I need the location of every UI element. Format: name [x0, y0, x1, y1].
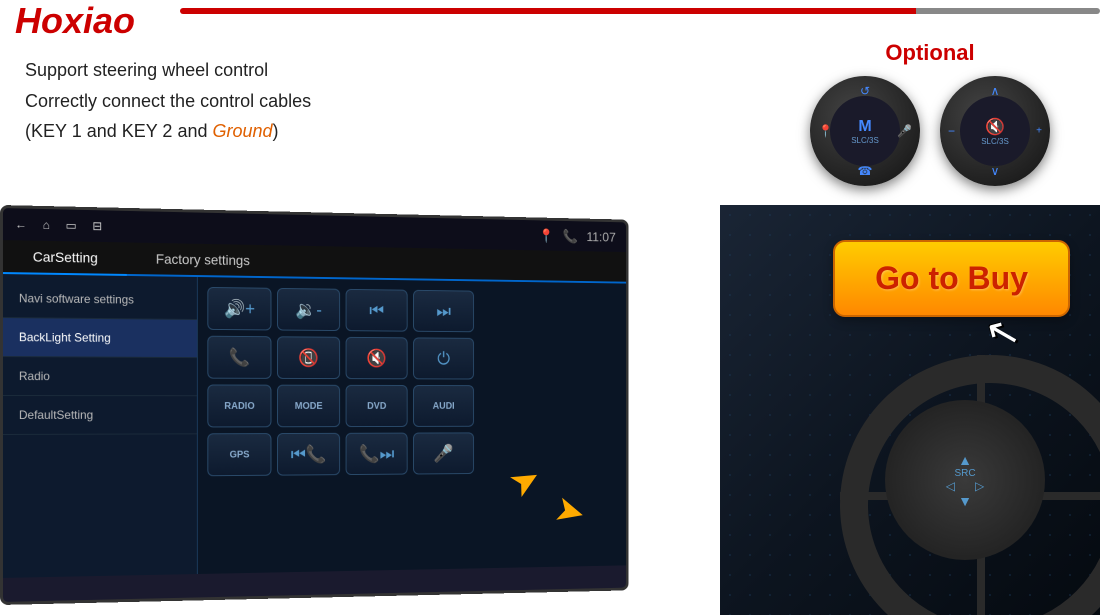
menu-icon[interactable]: ⊟ [92, 219, 102, 233]
ctrl2-arrow-down: ∨ [991, 164, 1000, 178]
ctrl2-arrow-up: ∧ [991, 84, 1000, 98]
desc-line1: Support steering wheel control [25, 55, 311, 86]
grid-row-3: RADIO MODE DVD AUDI [207, 385, 617, 428]
ctrl1-arrow-bottom: ☎ [858, 164, 873, 178]
controller-2: ∧ ∨ − + 🔇 SLC/3S [940, 76, 1050, 186]
ctrl1-arrow-top: ↺ [860, 84, 870, 98]
brand-logo: Hoxiao [15, 0, 135, 42]
settings-nav: Navi software settings BackLight Setting… [3, 274, 198, 578]
ctrl2-arrows: ∧ ∨ − + [940, 76, 1050, 186]
desc-line2: Correctly connect the control cables [25, 86, 311, 117]
btn-power[interactable]: ⏻ [413, 337, 474, 379]
btn-gps[interactable]: GPS [207, 433, 271, 476]
btn-prev2[interactable]: ⏮📞 [277, 433, 340, 476]
desc-line3-post: ) [273, 121, 279, 141]
desc-line3-pre: (KEY 1 and KEY 2 and [25, 121, 212, 141]
ctrl1-arrows: ↺ 📍 🎤 ☎ [810, 76, 920, 186]
btn-mode[interactable]: MODE [277, 385, 340, 428]
btn-next2[interactable]: 📞⏭ [346, 433, 408, 475]
nav-navi[interactable]: Navi software settings [3, 279, 197, 320]
desc-line3: (KEY 1 and KEY 2 and Ground) [25, 116, 311, 147]
btn-vol-down[interactable]: 🔉- [277, 288, 340, 331]
nav-radio[interactable]: Radio [3, 357, 197, 396]
screen-display: ← ⌂ ▭ ⊟ 📍 📞 11:07 CarSetting Factory set… [0, 205, 629, 605]
btn-audi[interactable]: AUDI [413, 385, 474, 427]
top-bar [180, 8, 1100, 14]
btn-end-call[interactable]: 📵 [277, 336, 340, 379]
btn-vol-up[interactable]: 🔊+ [207, 287, 271, 331]
btn-dvd[interactable]: DVD [346, 385, 408, 427]
ctrl2-arrow-minus: − [948, 124, 955, 138]
ctrl1-arrow-right: 🎤 [897, 124, 912, 138]
nav-backlight[interactable]: BackLight Setting [3, 318, 197, 358]
optional-section: Optional ↺ 📍 🎤 ☎ M SLC/3S ∧ ∨ − + [780, 40, 1080, 186]
nav-icons: ← ⌂ ▭ ⊟ [15, 217, 102, 233]
steering-hub: ▲ SRC ◁▷ ▼ [885, 400, 1045, 560]
btn-prev-track[interactable]: ⏮ [346, 289, 408, 332]
car-screen: ← ⌂ ▭ ⊟ 📍 📞 11:07 CarSetting Factory set… [0, 205, 720, 615]
ctrl2-arrow-plus: + [1036, 126, 1042, 137]
description-text: Support steering wheel control Correctly… [25, 55, 311, 147]
controller-pair: ↺ 📍 🎤 ☎ M SLC/3S ∧ ∨ − + 🔇 SLC/3S [780, 76, 1080, 186]
phone-icon: 📞 [563, 228, 578, 244]
btn-mute[interactable]: 🔇 [346, 337, 408, 379]
go-to-buy-button[interactable]: Go to Buy [833, 240, 1070, 317]
grid-row-2: 📞 📵 🔇 ⏻ [207, 336, 617, 380]
btn-mic[interactable]: 🎤 [413, 432, 474, 474]
tab-factory[interactable]: Factory settings [127, 242, 278, 276]
status-icons: 📍 📞 11:07 [539, 227, 616, 244]
back-icon[interactable]: ← [15, 217, 27, 231]
btn-next-track[interactable]: ⏭ [413, 290, 474, 332]
nav-default[interactable]: DefaultSetting [3, 396, 197, 435]
btn-radio[interactable]: RADIO [207, 385, 271, 428]
go-to-buy-section: Go to Buy [833, 240, 1070, 317]
settings-content: Navi software settings BackLight Setting… [3, 274, 626, 578]
grid-row-1: 🔊+ 🔉- ⏮ ⏭ [207, 287, 617, 334]
clock: 11:07 [586, 228, 615, 244]
btn-call[interactable]: 📞 [207, 336, 271, 379]
grid-row-4: GPS ⏮📞 📞⏭ 🎤 [207, 432, 617, 476]
ctrl1-arrow-left: 📍 [818, 124, 833, 138]
controller-1: ↺ 📍 🎤 ☎ M SLC/3S [810, 76, 920, 186]
location-icon: 📍 [539, 227, 554, 243]
optional-label: Optional [780, 40, 1080, 66]
desc-ground: Ground [212, 121, 272, 141]
tab-carsetting[interactable]: CarSetting [3, 240, 127, 276]
home-icon[interactable]: ⌂ [43, 218, 50, 232]
window-icon[interactable]: ▭ [66, 218, 77, 232]
